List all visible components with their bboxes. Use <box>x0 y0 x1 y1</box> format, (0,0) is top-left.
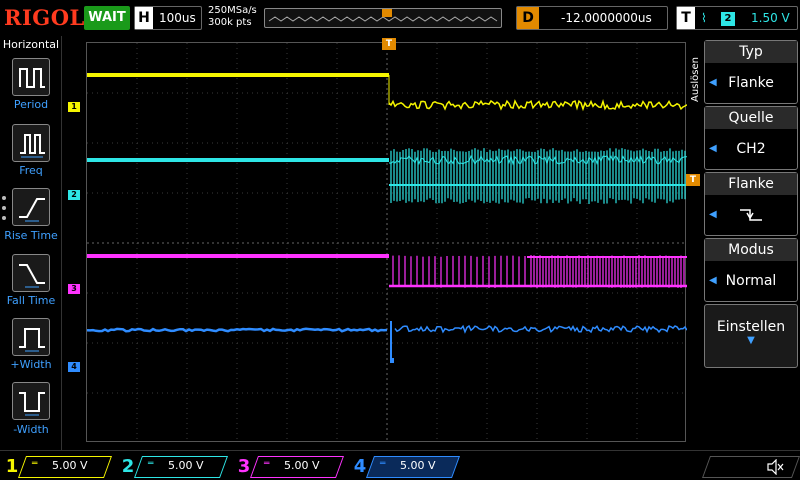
trigger-position-marker[interactable]: T <box>382 38 396 54</box>
trigger-menu: Auslösen Typ ◀ Flanke Quelle ◀ CH2 Flanke … <box>690 36 800 450</box>
trigger-mode-title: Modus <box>705 239 797 261</box>
menu-title: Horizontal <box>0 38 62 51</box>
left-arrow-icon: ◀ <box>709 195 717 235</box>
negative-width-label: -Width <box>0 423 62 436</box>
trigger-source-badge: 2 <box>721 12 735 26</box>
ch2-marker[interactable]: 2 <box>68 190 80 200</box>
trigger-type-softkey[interactable]: Typ ◀ Flanke <box>704 40 798 104</box>
timebase-value: 100us <box>159 11 196 25</box>
rigol-logo: RIGOL <box>4 5 85 30</box>
negative-width-button[interactable] <box>12 382 50 420</box>
freq-button[interactable] <box>12 124 50 162</box>
memory-trigger-marker <box>382 9 392 17</box>
ch3-status[interactable]: 3 ═ 5.00 V <box>234 456 342 478</box>
period-button[interactable] <box>12 58 50 96</box>
down-arrow-icon: ▼ <box>705 335 797 346</box>
delay-box[interactable]: D -12.0000000us <box>516 6 668 30</box>
rise-time-button[interactable] <box>12 188 50 226</box>
trigger-type-title: Typ <box>705 41 797 63</box>
ch3-scale: 5.00 V <box>284 459 320 472</box>
ch4-trace-spike-cap <box>390 358 394 363</box>
ch3-marker[interactable]: 3 <box>68 284 80 294</box>
top-status-bar: RIGOL WAIT H 100us 250MSa/s 300k pts D -… <box>0 0 800 36</box>
dc-coupling-icon: ═ <box>380 459 385 469</box>
channel-status-bar: 1 ═ 5.00 V 2 ═ 5.00 V 3 ═ 5.00 V 4 ═ 5.0… <box>0 450 800 480</box>
run-status-badge[interactable]: WAIT <box>84 6 130 30</box>
rise-time-label: Rise Time <box>0 229 62 242</box>
horizontal-measure-menu: Horizontal Period Freq Rise Time Fall Ti… <box>0 36 62 450</box>
ch4-trace-pre <box>87 329 387 331</box>
trigger-source-value: CH2 <box>736 141 765 157</box>
frequency-icon <box>13 125 51 163</box>
ch2-status[interactable]: 2 ═ 5.00 V <box>118 456 226 478</box>
ch1-trace-post <box>389 101 687 109</box>
freq-label: Freq <box>0 164 62 177</box>
trigger-menu-side-label: Auslösen <box>690 40 704 120</box>
rise-time-icon <box>13 189 51 227</box>
falling-edge-icon: ⌇ <box>701 11 707 25</box>
sample-rate-info: 250MSa/s 300k pts <box>208 5 257 29</box>
dc-coupling-icon: ═ <box>32 459 37 469</box>
trigger-slope-title: Flanke <box>705 173 797 195</box>
ch4-trace-post <box>395 326 687 332</box>
memory-depth: 300k pts <box>208 17 257 29</box>
page-dots <box>2 196 8 226</box>
left-arrow-icon: ◀ <box>709 129 717 169</box>
period-label: Period <box>0 98 62 111</box>
settings-label: Einstellen <box>705 319 797 335</box>
ch4-marker[interactable]: 4 <box>68 362 80 372</box>
negative-width-icon <box>13 383 51 421</box>
positive-width-label: +Width <box>0 358 62 371</box>
waveform-canvas <box>87 43 687 443</box>
settings-softkey[interactable]: Einstellen ▼ <box>704 304 798 368</box>
left-arrow-icon: ◀ <box>709 63 717 103</box>
timebase-box[interactable]: H 100us <box>134 6 202 30</box>
left-arrow-icon: ◀ <box>709 261 717 301</box>
fall-time-label: Fall Time <box>0 294 62 307</box>
falling-edge-icon <box>736 205 766 225</box>
delay-letter: D <box>517 7 539 29</box>
memory-overview-waveform <box>265 9 503 29</box>
trigger-slope-softkey[interactable]: Flanke ◀ <box>704 172 798 236</box>
trigger-mode-value: Normal <box>726 273 777 289</box>
fall-time-icon <box>13 255 51 293</box>
ch4-status[interactable]: 4 ═ 5.00 V <box>350 456 458 478</box>
trigger-mode-softkey[interactable]: Modus ◀ Normal <box>704 238 798 302</box>
delay-value: -12.0000000us <box>561 11 652 25</box>
trigger-type-value: Flanke <box>728 75 774 91</box>
trigger-letter: T <box>677 7 695 29</box>
positive-width-icon <box>13 319 51 357</box>
dc-coupling-icon: ═ <box>264 459 269 469</box>
ch2-scale: 5.00 V <box>168 459 204 472</box>
ch1-scale: 5.00 V <box>52 459 88 472</box>
trigger-level-value: 1.50 V <box>751 11 790 25</box>
dc-coupling-icon: ═ <box>148 459 153 469</box>
trigger-source-title: Quelle <box>705 107 797 129</box>
memory-overview-bar[interactable] <box>264 8 502 28</box>
function-status-frame <box>702 456 800 478</box>
ch4-scale: 5.00 V <box>400 459 436 472</box>
ch1-status[interactable]: 1 ═ 5.00 V <box>2 456 110 478</box>
positive-width-button[interactable] <box>12 318 50 356</box>
waveform-display[interactable] <box>86 42 686 442</box>
trigger-box[interactable]: T ⌇ 2 1.50 V <box>676 6 798 30</box>
trigger-source-softkey[interactable]: Quelle ◀ CH2 <box>704 106 798 170</box>
horizontal-letter: H <box>135 7 153 29</box>
sample-rate: 250MSa/s <box>208 5 257 17</box>
speaker-muted-icon[interactable] <box>766 459 784 475</box>
period-icon <box>13 59 51 97</box>
fall-time-button[interactable] <box>12 254 50 292</box>
ch1-marker[interactable]: 1 <box>68 102 80 112</box>
